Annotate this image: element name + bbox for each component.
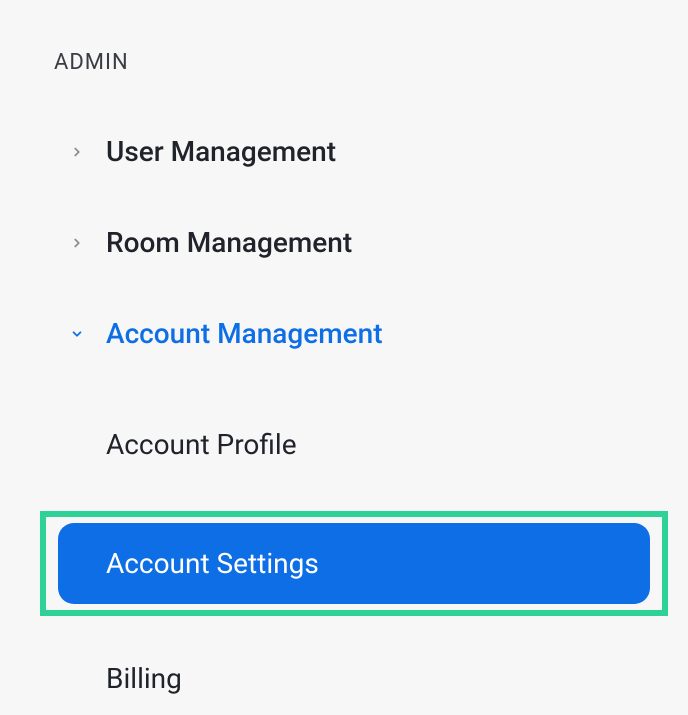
subnav-highlight-box: Account Settings <box>40 511 668 616</box>
chevron-right-icon <box>66 141 88 163</box>
nav-item-room-management[interactable]: Room Management <box>0 226 688 259</box>
subnav-container: Account Profile Account Settings Billing <box>0 408 688 715</box>
subnav-item-account-settings[interactable]: Account Settings <box>58 523 650 604</box>
chevron-down-icon <box>66 323 88 345</box>
nav-item-label: Room Management <box>106 226 352 259</box>
chevron-right-icon <box>66 232 88 254</box>
nav-item-label: User Management <box>106 135 336 168</box>
nav-item-label: Account Management <box>106 317 383 350</box>
subnav-item-billing[interactable]: Billing <box>40 642 688 715</box>
subnav-item-account-profile[interactable]: Account Profile <box>40 408 688 481</box>
nav-item-account-management[interactable]: Account Management <box>0 317 688 350</box>
nav-item-user-management[interactable]: User Management <box>0 135 688 168</box>
section-header-admin: ADMIN <box>0 50 688 75</box>
